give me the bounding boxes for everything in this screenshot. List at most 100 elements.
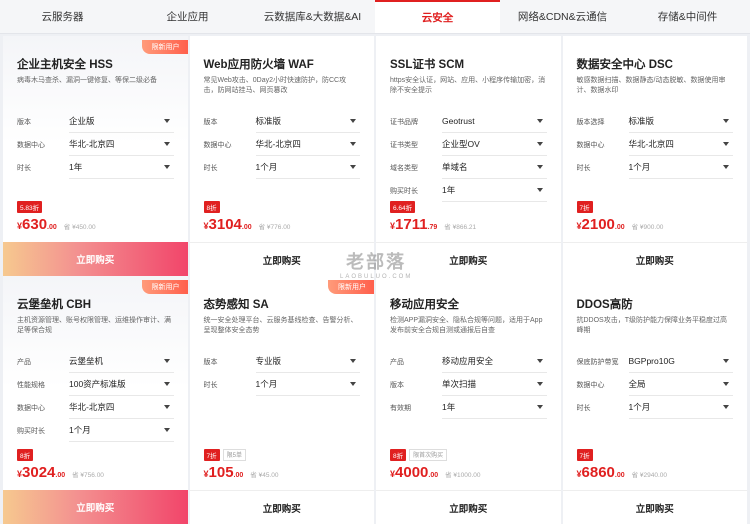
option-value: 全局 [628, 379, 646, 389]
original-price: 省 ¥2940.00 [631, 472, 668, 479]
option-value: 企业型OV [442, 139, 480, 149]
buy-now-button[interactable]: 立即购买 [376, 490, 561, 524]
option-select[interactable]: 华北-北京四 [69, 397, 174, 419]
option-label: 数据中心 [17, 141, 45, 149]
option-label: 购买时长 [390, 187, 418, 195]
buy-now-button[interactable]: 立即购买 [376, 242, 561, 276]
option-select[interactable]: 1个月 [255, 157, 360, 179]
option-value: 1年 [442, 185, 456, 195]
option-value: 华北-北京四 [255, 139, 301, 149]
option-select[interactable]: 1个月 [255, 374, 360, 396]
price-cents: .00 [233, 472, 244, 479]
chevron-down-icon [723, 165, 729, 169]
option-label: 时长 [576, 164, 591, 172]
option-row: 版本 标准版 [204, 110, 360, 133]
tab-database-bigdata-ai[interactable]: 云数据库&大数据&AI [250, 0, 375, 33]
option-row: 时长 1个月 [204, 373, 360, 396]
tab-storage-middleware[interactable]: 存储&中间件 [625, 0, 750, 33]
option-select[interactable]: BGPpro10G [628, 351, 733, 373]
tab-network-cdn[interactable]: 网络&CDN&云通信 [500, 0, 625, 33]
price: ¥105.00 [204, 464, 244, 482]
option-select[interactable]: 移动应用安全 [442, 351, 547, 373]
chevron-down-icon [163, 359, 170, 363]
chevron-down-icon [536, 165, 543, 169]
tag-row: 7折 [576, 201, 734, 213]
option-select[interactable]: 1年 [442, 397, 547, 419]
option-value: BGPpro10G [628, 356, 675, 366]
original-price: 省 ¥900.00 [631, 224, 664, 231]
tab-cloud-security[interactable]: 云安全 [375, 0, 500, 33]
option-select[interactable]: 华北-北京四 [628, 134, 733, 156]
chevron-down-icon [536, 119, 543, 123]
option-select[interactable]: 1年 [69, 157, 174, 179]
option-row: 时长 1年 [17, 156, 174, 179]
product-card-waf: Web应用防火墙 WAF 常见Web攻击、0Day2小时快速防护，防CC攻击，防… [189, 36, 374, 276]
original-price: 省 ¥450.00 [63, 224, 96, 231]
buy-now-button[interactable]: 立即购买 [3, 490, 188, 524]
option-select[interactable]: 1个月 [69, 420, 174, 442]
option-label: 证书品牌 [390, 118, 418, 126]
price: ¥2100.00 [577, 216, 625, 234]
option-select[interactable]: 华北-北京四 [255, 134, 360, 156]
product-description: 统一安全处理平台、云服务基线检查、告警分析、呈现整体安全态势 [203, 317, 358, 334]
buy-now-button[interactable]: 立即购买 [189, 242, 374, 276]
price-box: 8折 限首次购买 ¥4000.00 省 ¥1000.00 [390, 449, 547, 482]
price-cents: .00 [241, 224, 252, 231]
option-value: 1个月 [69, 425, 91, 435]
option-label: 时长 [576, 404, 591, 412]
option-select[interactable]: 华北-北京四 [69, 134, 174, 156]
chevron-down-icon [163, 119, 170, 123]
price-value: 1711 [395, 216, 428, 233]
original-price: 省 ¥776.00 [258, 224, 291, 231]
product-title: Web应用防火墙 WAF [203, 59, 314, 71]
price: ¥3024.00 [17, 464, 65, 482]
buy-now-button[interactable]: 立即购买 [562, 242, 747, 276]
option-label: 性能规格 [17, 381, 45, 389]
option-select[interactable]: 云堡垒机 [69, 351, 174, 373]
option-row: 有效期 1年 [390, 396, 547, 419]
tag-row: 8折 [203, 201, 361, 213]
chevron-down-icon [350, 382, 356, 386]
option-row: 证书品牌 Geotrust [390, 110, 547, 133]
option-row: 购买时长 1年 [390, 179, 547, 202]
option-label: 版本 [17, 118, 31, 126]
option-row: 数据中心 华北-北京四 [17, 396, 174, 419]
option-label: 版本 [390, 381, 404, 389]
discount-tag: 8折 [17, 449, 34, 461]
option-select[interactable]: 标准版 [255, 111, 360, 133]
option-select[interactable]: 全局 [628, 374, 733, 396]
chevron-down-icon [536, 188, 543, 192]
price-value: 630 [22, 216, 48, 233]
option-select[interactable]: 单次扫描 [442, 374, 547, 396]
option-select[interactable]: 企业型OV [442, 134, 547, 156]
discount-tag: 7折 [203, 449, 220, 461]
price-cents: .79 [427, 224, 438, 231]
buy-now-button[interactable]: 立即购买 [3, 242, 188, 276]
option-select[interactable]: 单域名 [442, 157, 547, 179]
option-select[interactable]: 企业版 [69, 111, 174, 133]
option-select[interactable]: 标准版 [628, 111, 733, 133]
category-tabs: 云服务器 企业应用 云数据库&大数据&AI 云安全 网络&CDN&云通信 存储&… [0, 0, 750, 34]
option-select[interactable]: 1个月 [628, 157, 733, 179]
option-value: 移动应用安全 [442, 356, 494, 366]
buy-now-button[interactable]: 立即购买 [562, 490, 747, 524]
chevron-down-icon [163, 165, 170, 169]
price: ¥6860.00 [577, 464, 625, 482]
option-select[interactable]: 专业版 [255, 351, 360, 373]
option-select[interactable]: 100资产标准版 [69, 374, 174, 396]
option-select[interactable]: 1年 [442, 180, 547, 202]
chevron-down-icon [163, 428, 170, 432]
tab-cloud-server[interactable]: 云服务器 [0, 0, 125, 33]
tab-enterprise-apps[interactable]: 企业应用 [125, 0, 250, 33]
option-row: 时长 1个月 [576, 156, 733, 179]
discount-tag: 6.64折 [390, 201, 416, 213]
option-select[interactable]: 1个月 [628, 397, 733, 419]
option-label: 数据中心 [203, 141, 232, 149]
option-select[interactable]: Geotrust [442, 111, 547, 133]
tag-row: 6.64折 [390, 201, 547, 213]
option-row: 数据中心 华北-北京四 [576, 133, 733, 156]
option-label: 数据中心 [576, 141, 605, 149]
option-list: 版本 企业版 数据中心 华北-北京四 时长 1年 [17, 110, 174, 179]
buy-now-button[interactable]: 立即购买 [189, 490, 374, 524]
discount-tag: 8折 [203, 201, 220, 213]
